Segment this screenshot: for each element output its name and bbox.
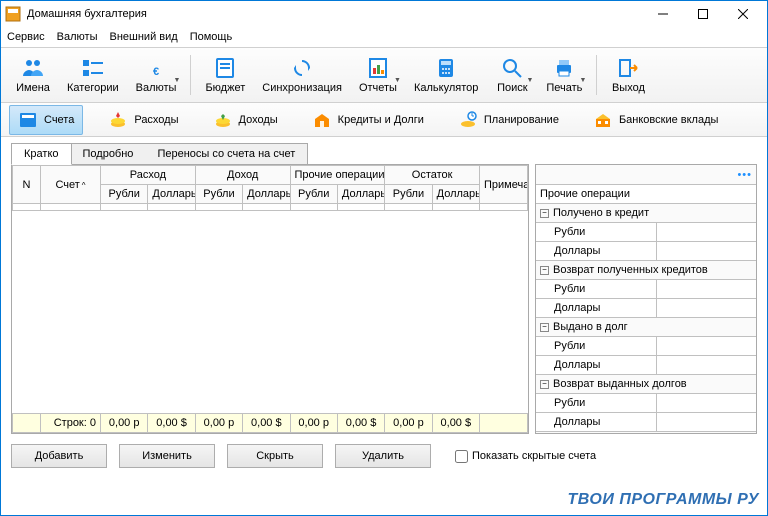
navtab-icon [213,110,233,130]
menu-service[interactable]: Сервис [7,31,45,43]
users-icon [21,56,45,80]
totals-row: Строк: 0 0,00 р0,00 $ 0,00 р0,00 $ 0,00 … [12,413,528,433]
watermark: ТВОИ ПРОГРАММЫ РУ [568,491,760,509]
budget-icon [213,56,237,80]
hide-button[interactable]: Скрыть [227,444,323,468]
col-income[interactable]: Доход [195,166,290,185]
collapse-icon: − [540,266,549,275]
maximize-button[interactable] [683,1,723,27]
collapse-icon: − [540,380,549,389]
navtab-1[interactable]: Расходы [99,105,187,135]
side-menu-icon[interactable]: ••• [737,169,752,181]
chevron-down-icon: ▼ [174,77,181,84]
col-oth-usd[interactable]: Долларь [337,185,384,204]
report-icon [366,56,390,80]
toolbar-print-button[interactable]: Печать▼ [539,50,589,100]
col-exp-usd[interactable]: Долларь [148,185,195,204]
toolbar-euro-button[interactable]: €Валюты▼ [129,50,184,100]
toolbar-calc-button[interactable]: Калькулятор [407,50,485,100]
navtab-icon [108,110,128,130]
toolbar-cats-button[interactable]: Категории [60,50,126,100]
toolbar-search-button[interactable]: Поиск▼ [488,50,536,100]
navtab-3[interactable]: Кредиты и Долги [303,105,433,135]
navtab-4[interactable]: Планирование [449,105,568,135]
menubar: Сервис Валюты Внешний вид Помощь [1,27,767,47]
side-group-header[interactable]: −Получено в кредит [536,204,756,223]
menu-currencies[interactable]: Валюты [57,31,98,43]
print-icon [552,56,576,80]
col-oth-rub[interactable]: Рубли [290,185,337,204]
side-row[interactable]: Рубли [536,394,756,413]
side-panel: ••• Прочие операции −Получено в кредитРу… [535,164,757,434]
col-exp-rub[interactable]: Рубли [101,185,148,204]
col-account[interactable]: Счет^ [41,166,101,204]
navtab-0[interactable]: Счета [9,105,83,135]
chevron-down-icon: ▼ [394,77,401,84]
side-group-header[interactable]: −Выдано в долг [536,318,756,337]
exit-icon [616,56,640,80]
toolbar-report-button[interactable]: Отчеты▼ [352,50,404,100]
table-row[interactable] [13,204,528,211]
collapse-icon: − [540,323,549,332]
navtab-icon [312,110,332,130]
subtab-transfers[interactable]: Переносы со счета на счет [145,143,308,165]
col-other[interactable]: Прочие операции [290,166,385,185]
col-bal-rub[interactable]: Рубли [385,185,432,204]
search-icon [500,56,524,80]
col-balance[interactable]: Остаток [385,166,480,185]
side-row[interactable]: Доллары [536,299,756,317]
side-row[interactable]: Доллары [536,356,756,374]
section-tabs: Счета Расходы Доходы Кредиты и Долги Планиро… [1,103,767,137]
sync-icon [290,56,314,80]
side-row[interactable]: Доллары [536,242,756,260]
side-row[interactable]: Рубли [536,280,756,299]
side-group-header[interactable]: −Возврат выданных долгов [536,375,756,394]
col-note[interactable]: Примечан [480,166,528,204]
col-inc-rub[interactable]: Рубли [195,185,242,204]
toolbar: ИменаКатегории€Валюты▼ БюджетСинхронизаци… [1,47,767,103]
navtab-icon [18,110,38,130]
collapse-icon: − [540,209,549,218]
chevron-down-icon: ▼ [579,77,586,84]
navtab-5[interactable]: Банковские вклады [584,105,727,135]
side-row[interactable]: Доллары [536,413,756,431]
close-button[interactable] [723,1,763,27]
menu-view[interactable]: Внешний вид [110,31,178,43]
toolbar-users-button[interactable]: Имена [9,50,57,100]
navtab-2[interactable]: Доходы [204,105,287,135]
menu-help[interactable]: Помощь [190,31,233,43]
calc-icon [434,56,458,80]
side-row[interactable]: Рубли [536,223,756,242]
edit-button[interactable]: Изменить [119,444,215,468]
toolbar-exit-button[interactable]: Выход [604,50,652,100]
toolbar-sync-button[interactable]: Синхронизация [255,50,349,100]
side-group-header[interactable]: −Возврат полученных кредитов [536,261,756,280]
toolbar-budget-button[interactable]: Бюджет [198,50,252,100]
col-inc-usd[interactable]: Долларь [243,185,290,204]
side-group-header[interactable]: −Перенос средств между счетами [536,432,756,433]
app-icon [5,6,21,22]
add-button[interactable]: Добавить [11,444,107,468]
subtab-detail[interactable]: Подробно [71,143,147,165]
svg-text:€: € [153,66,159,78]
cats-icon [81,56,105,80]
navtab-icon [593,110,613,130]
side-title: Прочие операции [536,185,756,204]
delete-button[interactable]: Удалить [335,444,431,468]
chevron-down-icon: ▼ [526,77,533,84]
window-title: Домашняя бухгалтерия [27,8,643,20]
col-n[interactable]: N [13,166,41,204]
col-bal-usd[interactable]: Долларь [432,185,479,204]
navtab-icon [458,110,478,130]
minimize-button[interactable] [643,1,683,27]
euro-icon: € [144,56,168,80]
subtab-brief[interactable]: Кратко [11,143,72,165]
side-row[interactable]: Рубли [536,337,756,356]
accounts-grid[interactable]: N Счет^ Расход Доход Прочие операции Ост… [11,164,529,434]
col-expense[interactable]: Расход [101,166,196,185]
show-hidden-checkbox[interactable]: Показать скрытые счета [455,450,596,463]
